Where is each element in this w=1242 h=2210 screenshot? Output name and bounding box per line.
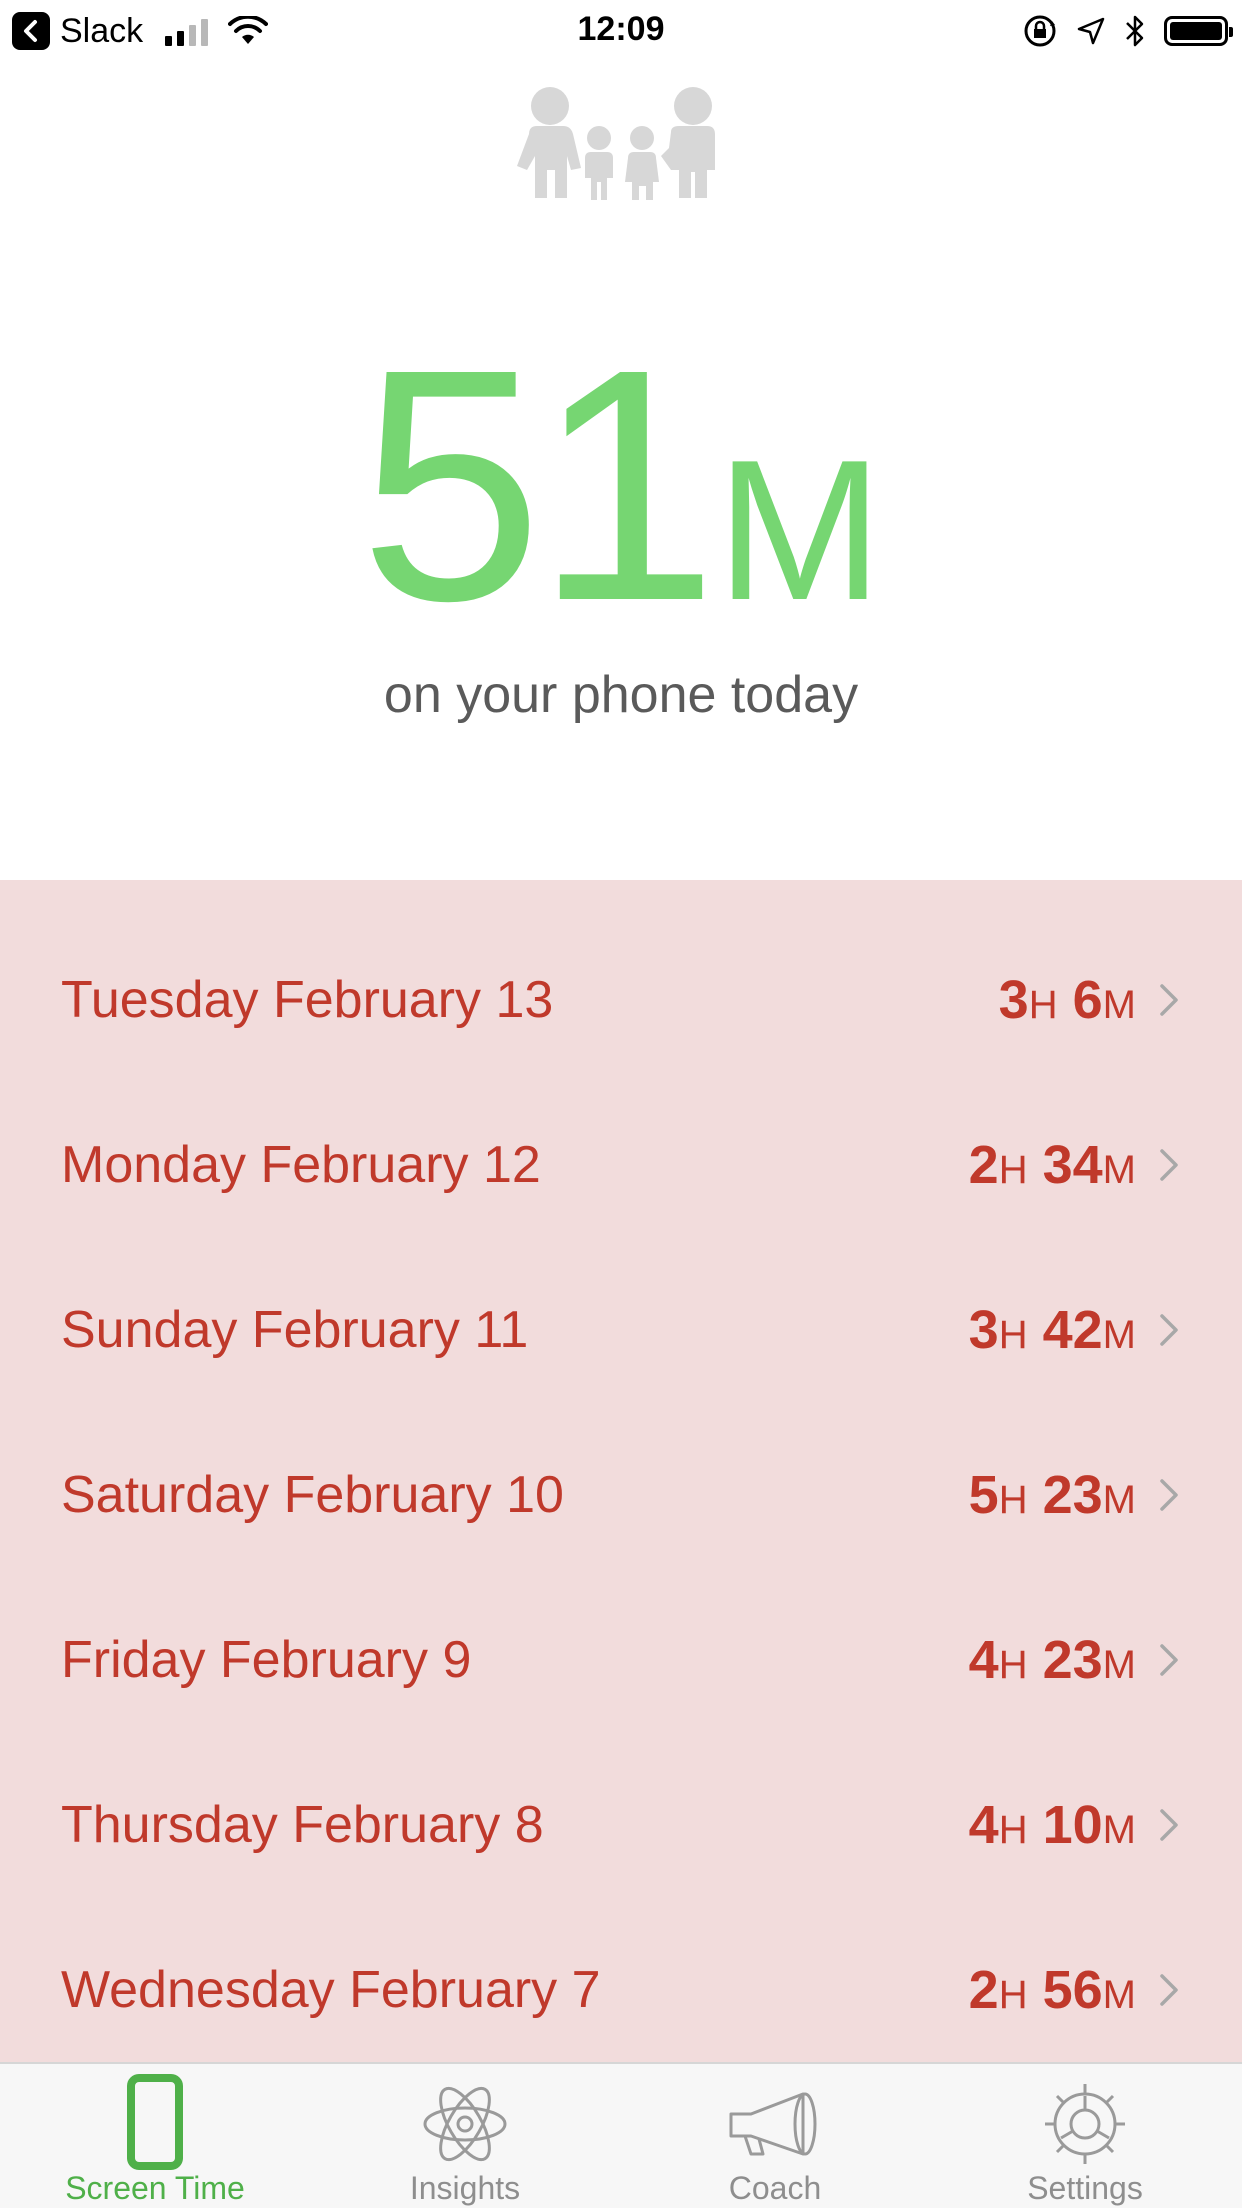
day-duration: 2H 56M (968, 1959, 1136, 2020)
atom-icon (423, 2086, 507, 2162)
megaphone-icon (729, 2092, 817, 2156)
day-row[interactable]: Tuesday February 13 3H 6M (0, 917, 1242, 1082)
day-date: Sunday February 11 (61, 1300, 529, 1359)
tab-label: Settings (1027, 2170, 1143, 2206)
orientation-lock-icon (1024, 15, 1056, 47)
day-duration: 3H 6M (998, 969, 1136, 1030)
today-minutes-unit: M (716, 419, 883, 642)
tab-bar: Screen Time Insights Coach Settings (0, 2062, 1242, 2208)
location-arrow-icon (1077, 17, 1105, 45)
today-subtitle: on your phone today (383, 666, 859, 724)
tab-label: Screen Time (65, 2170, 245, 2206)
tab-label: Coach (728, 2170, 822, 2206)
day-duration: 2H 34M (968, 1134, 1136, 1195)
day-duration: 4H 23M (968, 1629, 1136, 1690)
gear-icon (1045, 2084, 1125, 2164)
day-date: Monday February 12 (61, 1135, 541, 1194)
chevron-right-icon (1160, 1643, 1178, 1676)
tab-insights[interactable]: Insights (310, 2064, 620, 2210)
today-screen-time: 51M (0, 320, 1242, 650)
day-duration: 4H 10M (968, 1794, 1136, 1855)
daily-history-list[interactable]: Tuesday February 13 3H 6M Monday Februar… (0, 880, 1242, 2062)
day-date: Saturday February 10 (61, 1465, 564, 1524)
chevron-right-icon (1160, 1478, 1178, 1511)
tab-settings[interactable]: Settings (930, 2064, 1240, 2210)
family-icon (517, 87, 715, 200)
day-row[interactable]: Sunday February 11 3H 42M (0, 1247, 1242, 1412)
status-bar: Slack 12:09 (0, 0, 1242, 62)
tab-coach[interactable]: Coach (620, 2064, 930, 2210)
day-date: Tuesday February 13 (61, 970, 554, 1029)
day-duration: 3H 42M (968, 1299, 1136, 1360)
day-date: Friday February 9 (61, 1630, 472, 1689)
phone-icon (127, 2074, 183, 2170)
chevron-right-icon (1160, 983, 1178, 1016)
day-row[interactable]: Thursday February 8 4H 10M (0, 1742, 1242, 1907)
day-row[interactable]: Wednesday February 7 2H 56M (0, 1907, 1242, 2062)
day-row[interactable]: Monday February 12 2H 34M (0, 1082, 1242, 1247)
day-duration: 5H 23M (968, 1464, 1136, 1525)
today-minutes-value: 51 (359, 300, 718, 669)
day-row[interactable]: Friday February 9 4H 23M (0, 1577, 1242, 1742)
day-date: Wednesday February 7 (61, 1960, 601, 2019)
chevron-right-icon (1160, 1973, 1178, 2006)
tab-screen-time[interactable]: Screen Time (0, 2064, 310, 2210)
chevron-right-icon (1160, 1148, 1178, 1181)
tab-label: Insights (409, 2170, 521, 2206)
battery-icon (1164, 16, 1233, 46)
day-date: Thursday February 8 (61, 1795, 544, 1854)
bluetooth-icon (1126, 15, 1144, 47)
chevron-right-icon (1160, 1313, 1178, 1346)
day-row[interactable]: Saturday February 10 5H 23M (0, 1412, 1242, 1577)
chevron-right-icon (1160, 1808, 1178, 1841)
